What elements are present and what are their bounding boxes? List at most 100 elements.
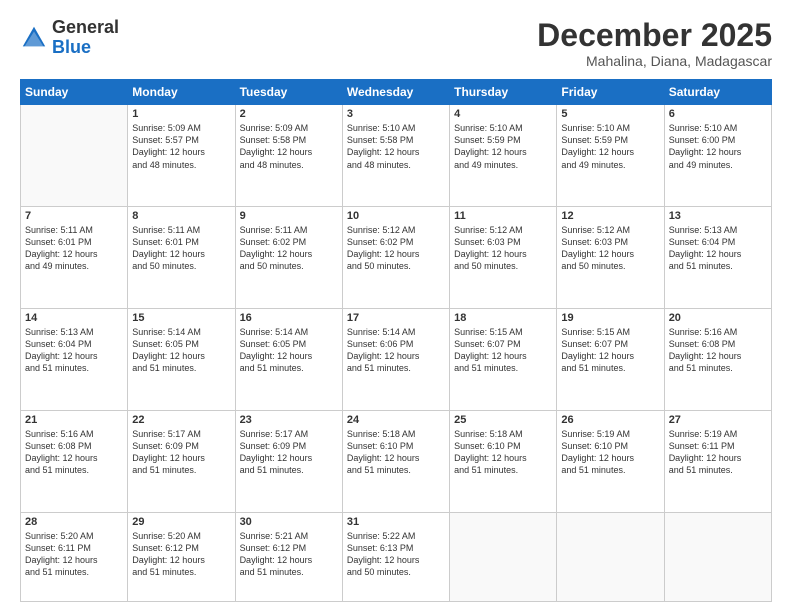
day-info: Sunrise: 5:12 AM Sunset: 6:03 PM Dayligh… bbox=[561, 224, 659, 273]
day-number: 15 bbox=[132, 312, 230, 324]
logo-icon bbox=[20, 24, 48, 52]
table-row: 17Sunrise: 5:14 AM Sunset: 6:06 PM Dayli… bbox=[342, 308, 449, 410]
day-number: 18 bbox=[454, 312, 552, 324]
day-info: Sunrise: 5:12 AM Sunset: 6:02 PM Dayligh… bbox=[347, 224, 445, 273]
table-row: 24 Sunrise: 5:18 AM Sunset: 6:10 PM Dayli… bbox=[342, 410, 449, 512]
day-info: Sunrise: 5:10 AM Sunset: 5:58 PM Dayligh… bbox=[347, 122, 445, 171]
day-info: Sunrise: 5:20 AM Sunset: 6:11 PM Dayligh… bbox=[25, 530, 123, 579]
day-info: Sunrise: 5:14 AM Sunset: 6:05 PM Dayligh… bbox=[132, 326, 230, 375]
day-info: Sunrise: 5:09 AM Sunset: 5:57 PM Dayligh… bbox=[132, 122, 230, 171]
table-row: 1 Sunrise: 5:09 AM Sunset: 5:57 PM Daylig… bbox=[128, 105, 235, 207]
day-number: 1 bbox=[132, 108, 230, 120]
table-row: 30 Sunrise: 5:21 AM Sunset: 6:12 PM Dayli… bbox=[235, 512, 342, 601]
month-title: December 2025 bbox=[537, 18, 772, 53]
day-info: Sunrise: 5:19 AM Sunset: 6:11 PM Dayligh… bbox=[669, 428, 767, 477]
day-number: 30 bbox=[240, 516, 338, 528]
table-row: 18 Sunrise: 5:15 AM Sunset: 6:07 PM Dayli… bbox=[450, 308, 557, 410]
logo-text: General Blue bbox=[52, 18, 119, 58]
day-number: 14 bbox=[25, 312, 123, 324]
day-info: Sunrise: 5:18 AM Sunset: 6:10 PM Dayligh… bbox=[347, 428, 445, 477]
logo-blue-text: Blue bbox=[52, 37, 91, 57]
header-wednesday: Wednesday bbox=[342, 80, 449, 105]
day-info: Sunrise: 5:17 AM Sunset: 6:09 PM Dayligh… bbox=[240, 428, 338, 477]
day-info: Sunrise: 5:09 AM Sunset: 5:58 PM Dayligh… bbox=[240, 122, 338, 171]
table-row bbox=[21, 105, 128, 207]
header-friday: Friday bbox=[557, 80, 664, 105]
day-number: 4 bbox=[454, 108, 552, 120]
day-number: 9 bbox=[240, 210, 338, 222]
table-row: 26 Sunrise: 5:19 AM Sunset: 6:10 PM Dayli… bbox=[557, 410, 664, 512]
table-row: 12 Sunrise: 5:12 AM Sunset: 6:03 PM Dayli… bbox=[557, 207, 664, 309]
table-row: 2 Sunrise: 5:09 AM Sunset: 5:58 PM Daylig… bbox=[235, 105, 342, 207]
table-row bbox=[450, 512, 557, 601]
day-number: 7 bbox=[25, 210, 123, 222]
day-number: 16 bbox=[240, 312, 338, 324]
header-sunday: Sunday bbox=[21, 80, 128, 105]
day-info: Sunrise: 5:16 AM Sunset: 6:08 PM Dayligh… bbox=[669, 326, 767, 375]
day-number: 5 bbox=[561, 108, 659, 120]
day-number: 25 bbox=[454, 414, 552, 426]
table-row: 15 Sunrise: 5:14 AM Sunset: 6:05 PM Dayli… bbox=[128, 308, 235, 410]
day-info: Sunrise: 5:16 AM Sunset: 6:08 PM Dayligh… bbox=[25, 428, 123, 477]
day-info: Sunrise: 5:12 AM Sunset: 6:03 PM Dayligh… bbox=[454, 224, 552, 273]
table-row: 25 Sunrise: 5:18 AM Sunset: 6:10 PM Dayli… bbox=[450, 410, 557, 512]
table-row: 19Sunrise: 5:15 AM Sunset: 6:07 PM Dayli… bbox=[557, 308, 664, 410]
table-row: 22Sunrise: 5:17 AM Sunset: 6:09 PM Dayli… bbox=[128, 410, 235, 512]
day-number: 28 bbox=[25, 516, 123, 528]
table-row: 16Sunrise: 5:14 AM Sunset: 6:05 PM Dayli… bbox=[235, 308, 342, 410]
table-row: 14 Sunrise: 5:13 AM Sunset: 6:04 PM Dayli… bbox=[21, 308, 128, 410]
table-row bbox=[557, 512, 664, 601]
table-row: 7 Sunrise: 5:11 AM Sunset: 6:01 PM Daylig… bbox=[21, 207, 128, 309]
table-row: 8Sunrise: 5:11 AM Sunset: 6:01 PM Daylig… bbox=[128, 207, 235, 309]
day-info: Sunrise: 5:11 AM Sunset: 6:01 PM Dayligh… bbox=[25, 224, 123, 273]
table-row: 27 Sunrise: 5:19 AM Sunset: 6:11 PM Dayli… bbox=[664, 410, 771, 512]
day-number: 29 bbox=[132, 516, 230, 528]
header: General Blue December 2025 Mahalina, Dia… bbox=[20, 18, 772, 69]
logo: General Blue bbox=[20, 18, 119, 58]
calendar-table: Sunday Monday Tuesday Wednesday Thursday… bbox=[20, 79, 772, 602]
page: General Blue December 2025 Mahalina, Dia… bbox=[0, 0, 792, 612]
table-row: 11 Sunrise: 5:12 AM Sunset: 6:03 PM Dayli… bbox=[450, 207, 557, 309]
day-number: 6 bbox=[669, 108, 767, 120]
day-number: 12 bbox=[561, 210, 659, 222]
day-number: 13 bbox=[669, 210, 767, 222]
day-info: Sunrise: 5:17 AM Sunset: 6:09 PM Dayligh… bbox=[132, 428, 230, 477]
day-info: Sunrise: 5:14 AM Sunset: 6:06 PM Dayligh… bbox=[347, 326, 445, 375]
table-row: 13Sunrise: 5:13 AM Sunset: 6:04 PM Dayli… bbox=[664, 207, 771, 309]
day-info: Sunrise: 5:15 AM Sunset: 6:07 PM Dayligh… bbox=[454, 326, 552, 375]
table-row: 5 Sunrise: 5:10 AM Sunset: 5:59 PM Daylig… bbox=[557, 105, 664, 207]
day-number: 20 bbox=[669, 312, 767, 324]
header-tuesday: Tuesday bbox=[235, 80, 342, 105]
header-thursday: Thursday bbox=[450, 80, 557, 105]
day-info: Sunrise: 5:10 AM Sunset: 5:59 PM Dayligh… bbox=[454, 122, 552, 171]
day-info: Sunrise: 5:11 AM Sunset: 6:01 PM Dayligh… bbox=[132, 224, 230, 273]
day-info: Sunrise: 5:10 AM Sunset: 5:59 PM Dayligh… bbox=[561, 122, 659, 171]
day-number: 2 bbox=[240, 108, 338, 120]
day-info: Sunrise: 5:18 AM Sunset: 6:10 PM Dayligh… bbox=[454, 428, 552, 477]
table-row: 23Sunrise: 5:17 AM Sunset: 6:09 PM Dayli… bbox=[235, 410, 342, 512]
calendar-header-row: Sunday Monday Tuesday Wednesday Thursday… bbox=[21, 80, 772, 105]
day-number: 19 bbox=[561, 312, 659, 324]
table-row: 9Sunrise: 5:11 AM Sunset: 6:02 PM Daylig… bbox=[235, 207, 342, 309]
location-subtitle: Mahalina, Diana, Madagascar bbox=[537, 53, 772, 69]
day-info: Sunrise: 5:19 AM Sunset: 6:10 PM Dayligh… bbox=[561, 428, 659, 477]
table-row: 3 Sunrise: 5:10 AM Sunset: 5:58 PM Daylig… bbox=[342, 105, 449, 207]
day-info: Sunrise: 5:13 AM Sunset: 6:04 PM Dayligh… bbox=[25, 326, 123, 375]
day-info: Sunrise: 5:22 AM Sunset: 6:13 PM Dayligh… bbox=[347, 530, 445, 579]
header-saturday: Saturday bbox=[664, 80, 771, 105]
title-block: December 2025 Mahalina, Diana, Madagasca… bbox=[537, 18, 772, 69]
day-number: 26 bbox=[561, 414, 659, 426]
day-number: 3 bbox=[347, 108, 445, 120]
day-info: Sunrise: 5:21 AM Sunset: 6:12 PM Dayligh… bbox=[240, 530, 338, 579]
table-row: 21Sunrise: 5:16 AM Sunset: 6:08 PM Dayli… bbox=[21, 410, 128, 512]
logo-general-text: General bbox=[52, 17, 119, 37]
table-row: 4 Sunrise: 5:10 AM Sunset: 5:59 PM Daylig… bbox=[450, 105, 557, 207]
day-number: 11 bbox=[454, 210, 552, 222]
day-number: 10 bbox=[347, 210, 445, 222]
day-number: 27 bbox=[669, 414, 767, 426]
table-row: 28 Sunrise: 5:20 AM Sunset: 6:11 PM Dayli… bbox=[21, 512, 128, 601]
table-row: 6Sunrise: 5:10 AM Sunset: 6:00 PM Daylig… bbox=[664, 105, 771, 207]
day-number: 31 bbox=[347, 516, 445, 528]
table-row: 31 Sunrise: 5:22 AM Sunset: 6:13 PM Dayli… bbox=[342, 512, 449, 601]
day-number: 24 bbox=[347, 414, 445, 426]
